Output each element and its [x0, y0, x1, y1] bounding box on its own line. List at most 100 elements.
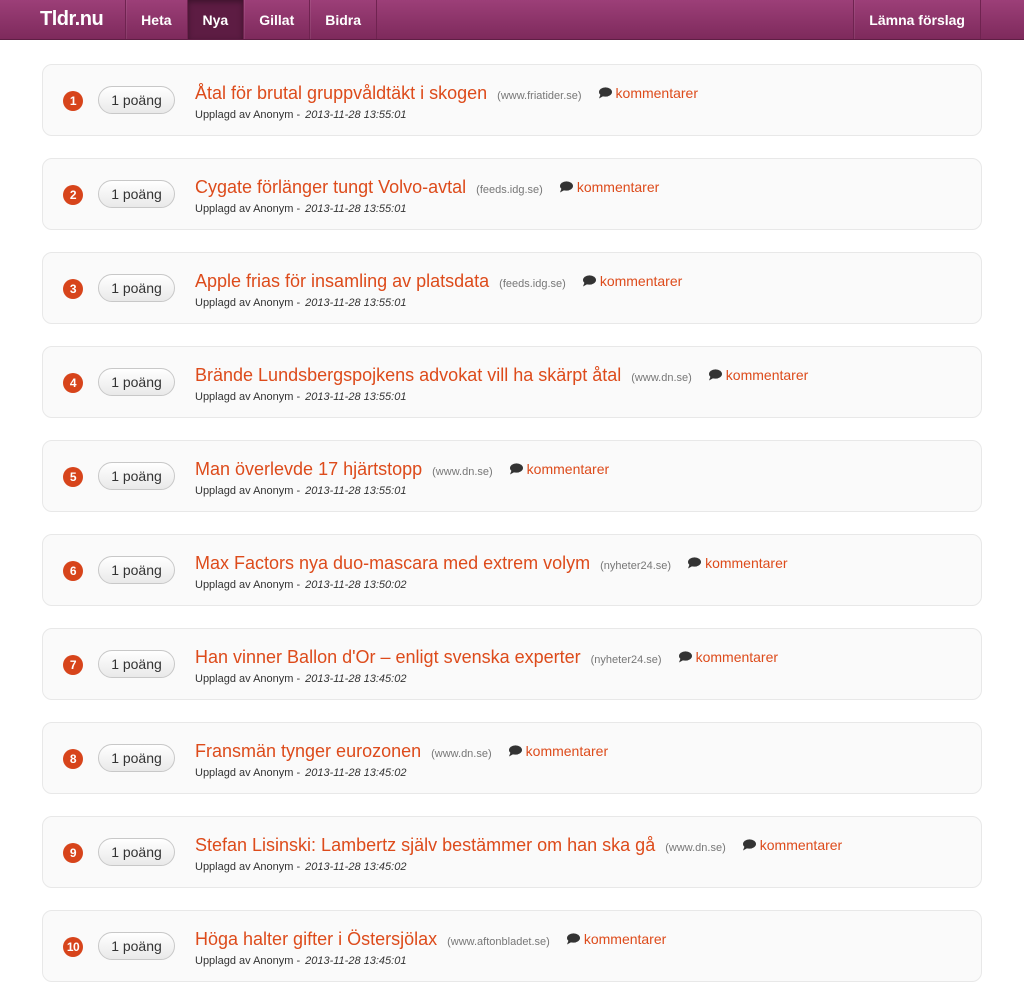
title-line: Åtal för brutal gruppvåldtäkt i skogen (…: [195, 83, 698, 104]
news-item: 8 1 poäng Fransmän tynger eurozonen (www…: [42, 722, 982, 794]
item-domain: (www.dn.se): [665, 842, 726, 854]
item-title-link[interactable]: Åtal för brutal gruppvåldtäkt i skogen: [195, 83, 487, 104]
speech-bubble-icon: [598, 87, 612, 99]
meta-separator: -: [296, 673, 301, 685]
comments-link[interactable]: kommentarer: [598, 85, 698, 101]
timestamp: 2013-11-28 13:45:02: [305, 673, 407, 685]
points-button[interactable]: 1 poäng: [98, 462, 175, 490]
item-content: Åtal för brutal gruppvåldtäkt i skogen (…: [195, 83, 698, 121]
item-title-link[interactable]: Brände Lundsbergspojkens advokat vill ha…: [195, 365, 621, 386]
suggest-link[interactable]: Lämna förslag: [854, 0, 981, 39]
timestamp: 2013-11-28 13:50:02: [305, 579, 407, 591]
timestamp: 2013-11-28 13:55:01: [305, 203, 407, 215]
title-line: Fransmän tynger eurozonen (www.dn.se) ko…: [195, 741, 608, 762]
top-navbar: Tldr.nu Heta Nya Gillat Bidra Lämna förs…: [0, 0, 1024, 40]
tab-bidra[interactable]: Bidra: [310, 0, 378, 39]
comments-label: kommentarer: [583, 931, 667, 947]
item-title-link[interactable]: Cygate förlänger tungt Volvo-avtal: [195, 177, 466, 198]
meta-separator: -: [296, 767, 301, 779]
uploaded-by: Upplagd av Anonym: [195, 861, 294, 873]
comments-link[interactable]: kommentarer: [582, 273, 682, 289]
brand-logo[interactable]: Tldr.nu: [0, 0, 125, 39]
item-meta: Upplagd av Anonym -2013-11-28 13:55:01: [195, 391, 808, 403]
item-meta: Upplagd av Anonym -2013-11-28 13:45:01: [195, 955, 666, 967]
meta-separator: -: [296, 955, 301, 967]
item-title-link[interactable]: Höga halter gifter i Östersjölax: [195, 929, 437, 950]
item-meta: Upplagd av Anonym -2013-11-28 13:55:01: [195, 297, 682, 309]
points-button[interactable]: 1 poäng: [98, 932, 175, 960]
item-title-link[interactable]: Stefan Lisinski: Lambertz själv bestämme…: [195, 835, 655, 856]
rank-badge: 3: [63, 279, 83, 299]
points-button[interactable]: 1 poäng: [98, 274, 175, 302]
points-button[interactable]: 1 poäng: [98, 744, 175, 772]
points-button[interactable]: 1 poäng: [98, 86, 175, 114]
uploaded-by: Upplagd av Anonym: [195, 391, 294, 403]
item-title-link[interactable]: Man överlevde 17 hjärtstopp: [195, 459, 422, 480]
points-button[interactable]: 1 poäng: [98, 838, 175, 866]
comments-link[interactable]: kommentarer: [508, 743, 608, 759]
item-title-link[interactable]: Max Factors nya duo-mascara med extrem v…: [195, 553, 590, 574]
rank-badge: 4: [63, 373, 83, 393]
uploaded-by: Upplagd av Anonym: [195, 109, 294, 121]
comments-link[interactable]: kommentarer: [742, 837, 842, 853]
item-content: Brände Lundsbergspojkens advokat vill ha…: [195, 365, 808, 403]
comments-link[interactable]: kommentarer: [509, 461, 609, 477]
item-meta: Upplagd av Anonym -2013-11-28 13:55:01: [195, 203, 659, 215]
title-line: Brände Lundsbergspojkens advokat vill ha…: [195, 365, 808, 386]
timestamp: 2013-11-28 13:45:02: [305, 861, 407, 873]
tab-gillat[interactable]: Gillat: [244, 0, 311, 39]
comments-link[interactable]: kommentarer: [566, 931, 666, 947]
comments-link[interactable]: kommentarer: [687, 555, 788, 571]
speech-bubble-icon: [508, 745, 522, 757]
timestamp: 2013-11-28 13:55:01: [305, 109, 407, 121]
item-title-link[interactable]: Apple frias för insamling av platsdata: [195, 271, 489, 292]
comments-link[interactable]: kommentarer: [678, 649, 778, 665]
item-title-link[interactable]: Fransmän tynger eurozonen: [195, 741, 421, 762]
item-domain: (www.dn.se): [432, 466, 493, 478]
rank-badge: 5: [63, 467, 83, 487]
title-line: Höga halter gifter i Östersjölax (www.af…: [195, 929, 666, 950]
comments-label: kommentarer: [615, 85, 698, 101]
meta-separator: -: [296, 109, 301, 121]
title-line: Cygate förlänger tungt Volvo-avtal (feed…: [195, 177, 659, 198]
item-meta: Upplagd av Anonym -2013-11-28 13:45:02: [195, 673, 778, 685]
item-domain: (feeds.idg.se): [499, 278, 566, 290]
comments-label: kommentarer: [576, 179, 660, 195]
points-button[interactable]: 1 poäng: [98, 180, 175, 208]
rank-badge: 2: [63, 185, 83, 205]
points-button[interactable]: 1 poäng: [98, 556, 175, 584]
uploaded-by: Upplagd av Anonym: [195, 485, 294, 497]
news-item: 3 1 poäng Apple frias för insamling av p…: [42, 252, 982, 324]
points-button[interactable]: 1 poäng: [98, 368, 175, 396]
comments-label: kommentarer: [526, 461, 610, 477]
speech-bubble-icon: [678, 651, 692, 663]
rank-badge: 7: [63, 655, 83, 675]
comments-label: kommentarer: [695, 649, 779, 665]
timestamp: 2013-11-28 13:55:01: [305, 391, 407, 403]
item-domain: (nyheter24.se): [590, 654, 662, 666]
meta-separator: -: [296, 297, 301, 309]
timestamp: 2013-11-28 13:45:02: [305, 767, 407, 779]
comments-link[interactable]: kommentarer: [708, 367, 808, 383]
rank-badge: 8: [63, 749, 83, 769]
title-line: Man överlevde 17 hjärtstopp (www.dn.se) …: [195, 459, 609, 480]
tab-heta[interactable]: Heta: [126, 0, 188, 39]
tab-nya[interactable]: Nya: [187, 0, 245, 39]
comments-link[interactable]: kommentarer: [559, 179, 659, 195]
speech-bubble-icon: [688, 557, 702, 569]
meta-separator: -: [296, 391, 301, 403]
news-item: 10 1 poäng Höga halter gifter i Östersjö…: [42, 910, 982, 982]
item-content: Apple frias för insamling av platsdata (…: [195, 271, 682, 309]
news-item: 4 1 poäng Brände Lundsbergspojkens advok…: [42, 346, 982, 418]
item-content: Höga halter gifter i Östersjölax (www.af…: [195, 929, 666, 967]
uploaded-by: Upplagd av Anonym: [195, 955, 294, 967]
news-item: 7 1 poäng Han vinner Ballon d'Or – enlig…: [42, 628, 982, 700]
right-nav: Lämna förslag: [853, 0, 981, 39]
item-content: Han vinner Ballon d'Or – enligt svenska …: [195, 647, 778, 685]
speech-bubble-icon: [742, 839, 756, 851]
title-line: Stefan Lisinski: Lambertz själv bestämme…: [195, 835, 842, 856]
item-title-link[interactable]: Han vinner Ballon d'Or – enligt svenska …: [195, 647, 581, 668]
meta-separator: -: [296, 579, 301, 591]
item-meta: Upplagd av Anonym -2013-11-28 13:45:02: [195, 767, 608, 779]
points-button[interactable]: 1 poäng: [98, 650, 175, 678]
